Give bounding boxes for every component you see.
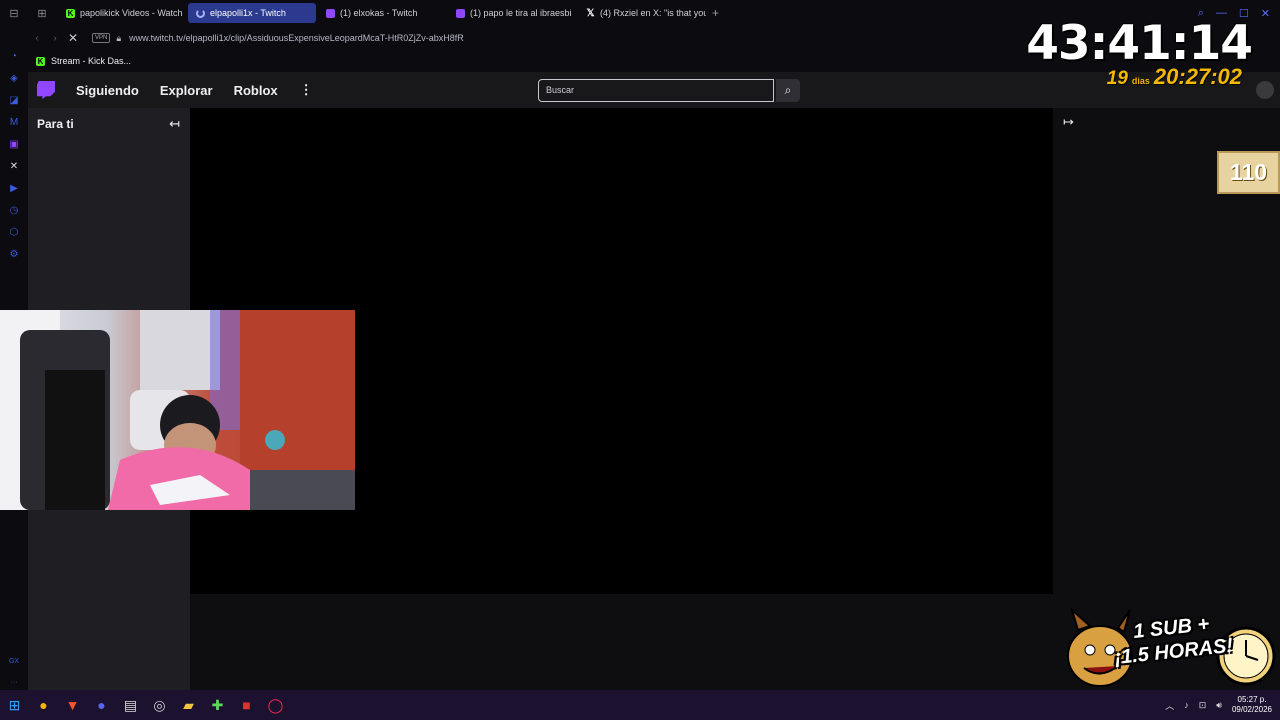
volume-icon[interactable]: 🔊︎ — [1216, 700, 1222, 711]
tab-kick[interactable]: K papolikick Videos - Watch — [58, 3, 186, 23]
url-field[interactable]: www.twitch.tv/elpapolli1x/clip/Assiduous… — [129, 33, 464, 43]
webcam-feed-image — [0, 310, 355, 510]
brave-icon[interactable]: ▼ — [58, 690, 87, 720]
forward-icon[interactable]: › — [46, 33, 64, 44]
history-icon[interactable]: ◷ — [7, 204, 21, 218]
loading-icon — [196, 8, 205, 18]
search-input[interactable]: Buscar — [538, 79, 774, 102]
file-explorer-icon[interactable]: ▰ — [174, 690, 203, 720]
subathon-timer: 43:41:14 — [1026, 16, 1253, 71]
tab-title: elpapolli1x - Twitch — [210, 8, 286, 18]
gx-icon[interactable]: GX — [9, 658, 19, 665]
tab-title: (1) papo le tira al ibraesbi — [470, 8, 572, 18]
tab-menu-icon[interactable]: ⊞ — [28, 0, 56, 26]
chat-panel: ↦ — [1053, 108, 1280, 690]
kick-icon: K — [66, 8, 75, 18]
red-app-icon[interactable]: ■ — [232, 690, 261, 720]
collapse-sidebar-icon[interactable]: ↤ — [169, 116, 180, 132]
discord-icon[interactable]: ● — [87, 690, 116, 720]
bag-icon[interactable]: ◈ — [7, 72, 21, 86]
mic-icon[interactable]: ♪ — [1184, 700, 1189, 710]
network-icon[interactable]: ⊡ — [1199, 700, 1207, 711]
player-icon[interactable]: ▶ — [7, 182, 21, 196]
tab-title: (1) elxokas - Twitch — [340, 8, 418, 18]
system-tray: ︿ ♪ ⊡ 🔊︎ 05:27 p. 09/02/2026 — [1165, 690, 1272, 720]
clip-info-area — [190, 594, 1053, 690]
speed-dial-icon[interactable]: ◔ — [7, 50, 21, 64]
start-icon[interactable]: ⊞ — [0, 690, 29, 720]
x-icon[interactable]: ✕ — [7, 160, 21, 174]
tab-elxokas[interactable]: (1) elxokas - Twitch — [318, 3, 446, 23]
elapsed-clock: 20:27:02 — [1153, 64, 1242, 89]
chevron-up-icon[interactable]: ︿ — [1165, 699, 1174, 712]
webcam-overlay — [0, 310, 355, 510]
elapsed-timer: 19 dias 20:27:02 — [1107, 64, 1242, 90]
twitch-icon — [326, 8, 335, 18]
tab-x-post[interactable]: 𝕏 (4) Rxziel en X: "is that you — [578, 3, 706, 23]
kick-icon: K — [36, 56, 45, 66]
extensions-icon[interactable]: ⬡ — [7, 226, 21, 240]
messenger-icon[interactable]: ◪ — [7, 94, 21, 108]
tab-title: (4) Rxziel en X: "is that you — [600, 8, 706, 18]
game-controller-icon[interactable]: ✚ — [203, 690, 232, 720]
settings-icon[interactable]: ⚙ — [7, 248, 21, 262]
goal-counter: 110 — [1217, 151, 1280, 194]
vpn-badge[interactable]: VPN — [92, 33, 111, 43]
days-label: dias — [1131, 76, 1150, 86]
sub-promo-badge: 1 SUB + ¡1.5 HORAS! — [1060, 608, 1280, 690]
nav-roblox[interactable]: Roblox — [234, 83, 278, 98]
bookmark-stream-kick[interactable]: Stream - Kick Das... — [51, 56, 131, 66]
twitch-top-nav: Siguiendo Explorar Roblox ⋮ Buscar ⌕ — [28, 72, 1280, 108]
sidebar-header: Para ti — [37, 117, 74, 131]
opera-gx-icon[interactable]: ◯ — [261, 690, 290, 720]
twitch-logo-icon[interactable] — [37, 81, 55, 99]
close-icon[interactable]: ✕ — [1261, 7, 1270, 20]
days-count: 19 — [1106, 68, 1128, 89]
expand-chat-icon[interactable]: ↦ — [1063, 114, 1074, 130]
clock[interactable]: 05:27 p. 09/02/2026 — [1232, 695, 1272, 715]
nav-explore[interactable]: Explorar — [160, 83, 213, 98]
chrome-icon[interactable]: ◎ — [145, 690, 174, 720]
avatar[interactable] — [1256, 81, 1274, 99]
stop-loading-icon[interactable]: ✕ — [64, 31, 82, 45]
workspaces-icon[interactable]: ⊟ — [0, 0, 28, 26]
more-options-icon[interactable]: ⋮ — [300, 82, 313, 98]
twitch-icon[interactable]: ▣ — [7, 138, 21, 152]
tab-title: papolikick Videos - Watch — [80, 8, 183, 18]
windows-taskbar: ⊞ ● ▼ ● ▤ ◎ ▰ ✚ ■ ◯ ︿ ♪ ⊡ 🔊︎ 05:27 p. 09… — [0, 690, 1280, 720]
x-icon: 𝕏 — [586, 7, 595, 19]
more-icon[interactable]: ··· — [11, 679, 18, 686]
tab-twitch-active[interactable]: elpapolli1x - Twitch — [188, 3, 316, 23]
mail-icon[interactable]: M — [7, 116, 21, 130]
coin-app-icon[interactable]: ● — [29, 690, 58, 720]
search-icon[interactable]: ⌕ — [776, 79, 800, 102]
lock-icon[interactable]: 🔒︎ — [116, 33, 121, 44]
store-icon[interactable]: ▤ — [116, 690, 145, 720]
nav-following[interactable]: Siguiendo — [76, 83, 139, 98]
tab-papo-clip[interactable]: (1) papo le tira al ibraesbi — [448, 3, 576, 23]
clock-date: 09/02/2026 — [1231, 705, 1272, 714]
back-icon[interactable]: ‹ — [28, 33, 46, 44]
twitch-icon — [456, 8, 465, 18]
clock-time: 05:27 p. — [1237, 695, 1267, 704]
new-tab-button[interactable]: + — [712, 6, 719, 20]
